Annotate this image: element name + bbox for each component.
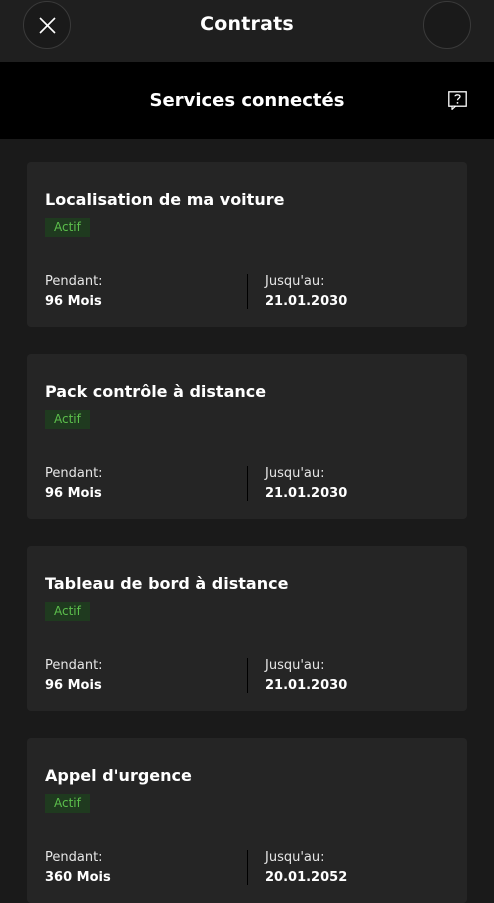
contract-card[interactable]: Appel d'urgence Actif Pendant: 360 Mois …: [27, 738, 467, 903]
contracts-list: Localisation de ma voiture Actif Pendant…: [0, 139, 494, 903]
duration-label: Pendant:: [45, 658, 103, 673]
duration-value: 360 Mois: [45, 870, 111, 885]
contract-card[interactable]: Tableau de bord à distance Actif Pendant…: [27, 546, 467, 711]
duration-value: 96 Mois: [45, 294, 102, 309]
divider: [247, 274, 248, 309]
duration-label: Pendant:: [45, 850, 103, 865]
divider: [247, 850, 248, 885]
duration-label: Pendant:: [45, 466, 103, 481]
question-box-icon[interactable]: [448, 91, 467, 110]
duration-value: 96 Mois: [45, 486, 102, 501]
divider: [247, 466, 248, 501]
status-badge: Actif: [45, 602, 90, 621]
contract-name: Appel d'urgence: [45, 766, 192, 785]
contract-name: Localisation de ma voiture: [45, 190, 285, 209]
end-date-value: 21.01.2030: [265, 486, 348, 501]
top-bar: Contrats: [0, 0, 494, 62]
contract-card[interactable]: Localisation de ma voiture Actif Pendant…: [27, 162, 467, 327]
contract-name: Pack contrôle à distance: [45, 382, 267, 401]
duration-value: 96 Mois: [45, 678, 102, 693]
section-title: Services connectés: [149, 90, 345, 111]
end-date-label: Jusqu'au:: [265, 658, 325, 673]
section-header: Services connectés: [0, 62, 494, 139]
status-badge: Actif: [45, 410, 90, 429]
end-date-label: Jusqu'au:: [265, 274, 325, 289]
end-date-value: 21.01.2030: [265, 678, 348, 693]
page-title: Contrats: [200, 13, 294, 35]
duration-label: Pendant:: [45, 274, 103, 289]
contract-name: Tableau de bord à distance: [45, 574, 289, 593]
end-date-label: Jusqu'au:: [265, 850, 325, 865]
status-badge: Actif: [45, 218, 90, 237]
end-date-value: 21.01.2030: [265, 294, 348, 309]
divider: [247, 658, 248, 693]
header-right-button[interactable]: [423, 1, 471, 49]
end-date-label: Jusqu'au:: [265, 466, 325, 481]
end-date-value: 20.01.2052: [265, 870, 348, 885]
contract-card[interactable]: Pack contrôle à distance Actif Pendant: …: [27, 354, 467, 519]
status-badge: Actif: [45, 794, 90, 813]
